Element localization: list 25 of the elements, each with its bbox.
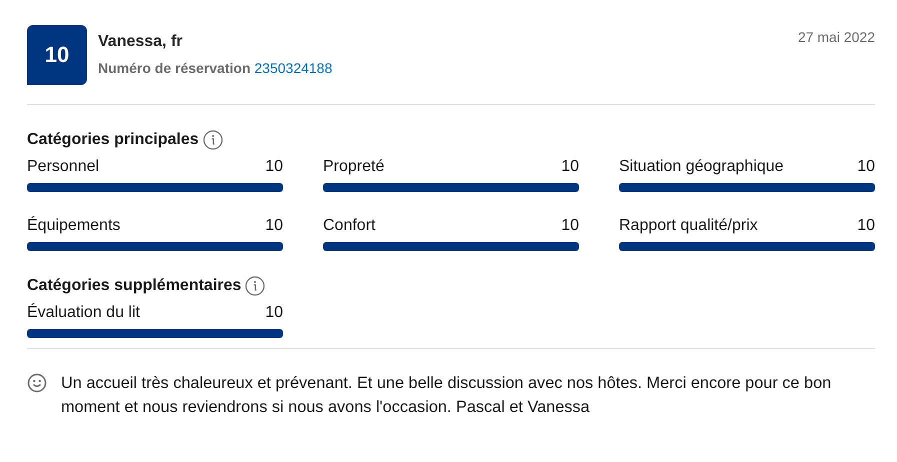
category-score: 10 bbox=[265, 157, 283, 177]
score-badge: 10 bbox=[27, 25, 87, 85]
review-date: 27 mai 2022 bbox=[798, 28, 875, 45]
category-name: Confort bbox=[323, 216, 376, 236]
booking-label: Numéro de réservation bbox=[98, 60, 250, 76]
category-score: 10 bbox=[561, 216, 579, 236]
category-score: 10 bbox=[857, 216, 875, 236]
section-title: Catégories principales bbox=[27, 131, 199, 149]
info-icon[interactable] bbox=[202, 130, 223, 150]
smiley-icon bbox=[27, 373, 47, 393]
category-score: 10 bbox=[265, 216, 283, 236]
review-comment: Un accueil très chaleureux et prévenant. Et une belle discussion avec nos hôtes. Merci encore pour ce bon moment et nous reviendrons si nous avons l'occasion. Pascal et Vanessa bbox=[61, 373, 832, 418]
category-score: 10 bbox=[857, 157, 875, 177]
category-score: 10 bbox=[561, 157, 579, 177]
category-score: 10 bbox=[265, 303, 283, 323]
category-name: Équipements bbox=[27, 216, 120, 236]
booking-number: 2350324188 bbox=[254, 60, 332, 76]
category-name: Situation géographique bbox=[619, 157, 784, 177]
category-name: Propreté bbox=[323, 157, 384, 177]
reviewer-name: Vanessa, fr bbox=[98, 33, 184, 51]
category-name: Personnel bbox=[27, 157, 100, 177]
section-title: Catégories supplémentaires bbox=[27, 277, 242, 295]
info-icon[interactable] bbox=[245, 276, 266, 296]
category-name: Rapport qualité/prix bbox=[619, 216, 758, 236]
category-name: Évaluation du lit bbox=[27, 303, 140, 323]
